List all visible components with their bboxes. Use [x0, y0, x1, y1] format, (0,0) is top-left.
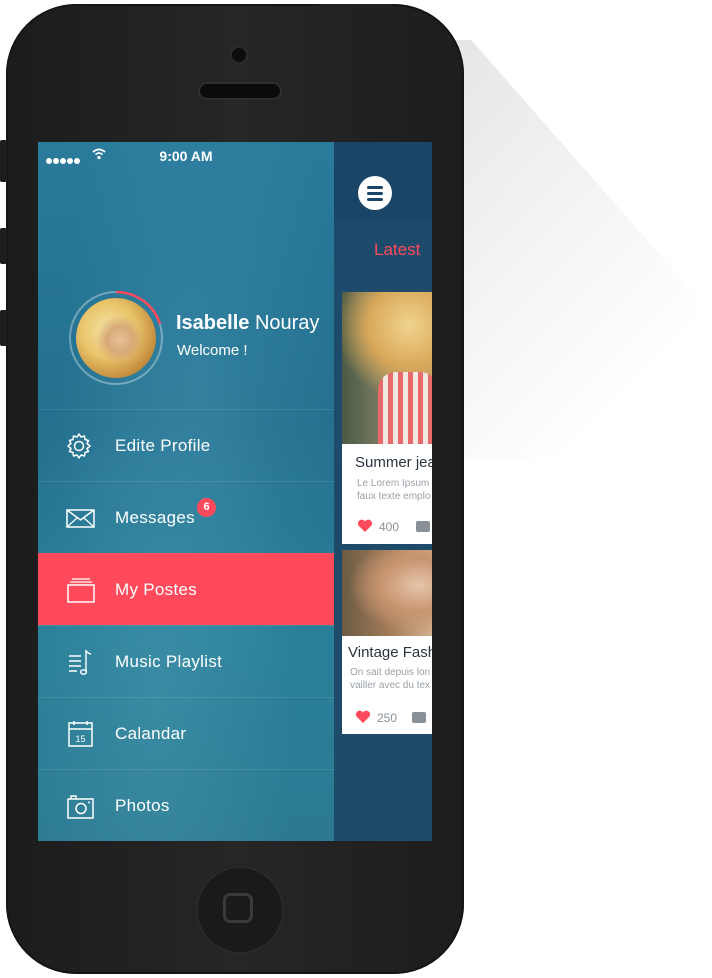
music-list-icon — [69, 649, 92, 675]
hamburger-menu-button[interactable] — [358, 176, 392, 210]
camera-icon — [67, 795, 94, 819]
heart-icon[interactable] — [355, 710, 371, 724]
menu-item-edit-profile[interactable]: Edite Profile — [38, 409, 334, 481]
menu-item-label: Edite Profile — [115, 436, 211, 455]
menu-item-label: Calandar — [115, 724, 187, 743]
user-name: Isabelle Nouray — [176, 312, 319, 335]
user-first-name: Isabelle — [176, 312, 250, 334]
post-excerpt-line: faux texte emplo — [357, 491, 431, 502]
calendar-day-number: 15 — [75, 734, 85, 744]
like-count: 400 — [379, 520, 400, 534]
like-count: 250 — [377, 711, 398, 725]
avatar[interactable] — [76, 298, 156, 378]
post-body: Vintage Fash On sait depuis lon vailler … — [342, 636, 432, 734]
comment-icon[interactable] — [412, 712, 426, 723]
heart-icon[interactable] — [357, 519, 373, 533]
home-button-icon — [223, 893, 253, 923]
menu-item-photos[interactable]: Photos — [38, 769, 334, 841]
earpiece-speaker — [200, 84, 280, 98]
volume-down-button — [0, 310, 7, 346]
post-excerpt-line: vailler avec du tex — [350, 680, 431, 691]
calendar-icon: 15 — [68, 721, 93, 747]
menu-item-my-postes[interactable]: My Postes — [38, 553, 334, 625]
drawer-menu: Edite Profile Messages 6 My Postes Music… — [38, 409, 334, 841]
post-card[interactable]: Summer jea Le Lorem Ipsum faux texte emp… — [342, 292, 432, 544]
menu-item-label: My Postes — [115, 580, 198, 599]
comment-icon[interactable] — [416, 521, 430, 532]
gear-icon — [67, 433, 91, 459]
menu-item-label: Photos — [115, 796, 170, 815]
mute-switch — [0, 140, 7, 182]
post-image — [342, 292, 432, 444]
phone-long-shadow — [440, 40, 700, 460]
post-title: Vintage Fash — [348, 644, 432, 661]
menu-item-calandar[interactable]: 15 Calandar — [38, 697, 334, 769]
unread-count-badge: 6 — [197, 498, 216, 517]
feed-panel: Latest Summer jea Le Lorem Ipsum faux te… — [334, 142, 432, 841]
status-bar: 9:00 AM — [38, 142, 334, 168]
cards-icon — [67, 578, 95, 603]
menu-item-label: Music Playlist — [115, 652, 223, 671]
post-excerpt-line: Le Lorem Ipsum — [357, 478, 430, 489]
post-card[interactable]: Vintage Fash On sait depuis lon vailler … — [342, 550, 432, 734]
front-camera — [232, 48, 246, 62]
user-last-name: Nouray — [249, 312, 320, 334]
post-excerpt-line: On sait depuis lon — [350, 667, 431, 678]
volume-up-button — [0, 228, 7, 264]
status-time: 9:00 AM — [159, 148, 213, 164]
welcome-text: Welcome ! — [177, 342, 248, 359]
menu-item-music-playlist[interactable]: Music Playlist — [38, 625, 334, 697]
power-button — [318, 4, 392, 10]
tab-latest[interactable]: Latest — [374, 240, 420, 260]
menu-item-messages[interactable]: Messages 6 — [38, 481, 334, 553]
post-title: Summer jea — [355, 454, 432, 471]
post-body: Summer jea Le Lorem Ipsum faux texte emp… — [342, 444, 432, 544]
feed-header — [334, 142, 432, 220]
menu-item-label: Messages — [115, 508, 195, 527]
navigation-drawer: 9:00 AM Isabelle Nouray Welcome ! Edite … — [38, 142, 334, 841]
post-image — [342, 550, 432, 638]
phone-screen: 9:00 AM Isabelle Nouray Welcome ! Edite … — [38, 142, 432, 841]
envelope-icon — [66, 509, 95, 528]
